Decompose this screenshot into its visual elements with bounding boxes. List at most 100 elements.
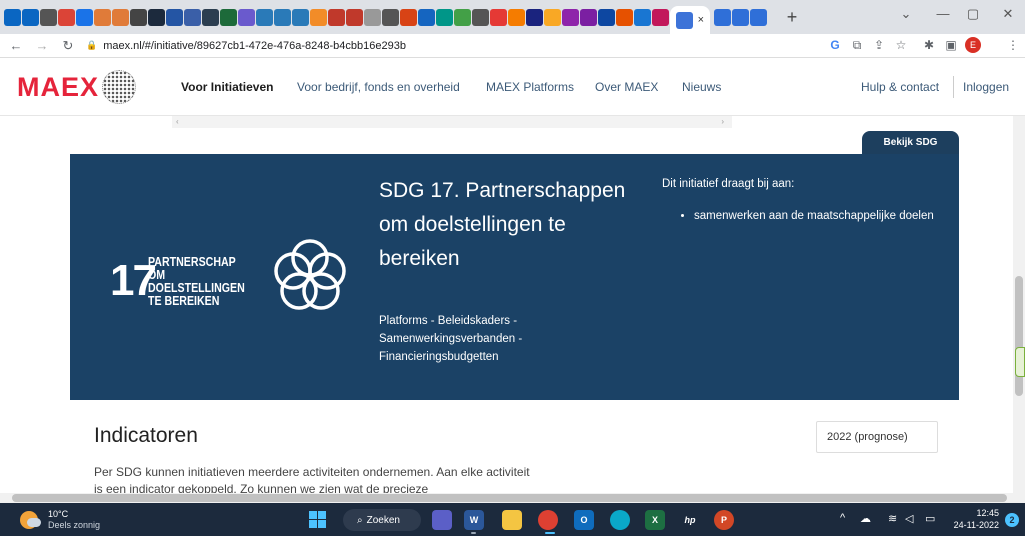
- tab-favicon[interactable]: [238, 8, 255, 26]
- excel-icon[interactable]: X: [645, 510, 665, 530]
- taskbar-search[interactable]: ⌕ Zoeken: [343, 509, 421, 531]
- tray-chevron-icon[interactable]: ^: [840, 512, 845, 524]
- chrome-icon[interactable]: [538, 510, 558, 530]
- tab-favicon[interactable]: [310, 8, 327, 26]
- notification-badge[interactable]: 2: [1005, 513, 1019, 527]
- side-widget[interactable]: [1015, 347, 1025, 377]
- tab-close-button[interactable]: ×: [698, 14, 704, 26]
- scroll-thumb[interactable]: [1015, 276, 1023, 396]
- weather-temp: 10°C: [48, 509, 69, 519]
- scroll-right-icon[interactable]: ›: [721, 117, 724, 126]
- address-bar[interactable]: 🔒 maex.nl/#/initiative/89627cb1-472e-476…: [86, 36, 876, 56]
- minimize-button[interactable]: —: [933, 6, 953, 21]
- tab-favicon[interactable]: [382, 8, 399, 26]
- tab-favicon[interactable]: [714, 8, 731, 26]
- tab-favicon[interactable]: [750, 8, 767, 26]
- tab-favicon[interactable]: [634, 8, 651, 26]
- bekijk-sdg-tab[interactable]: Bekijk SDG: [862, 131, 959, 154]
- hp-icon[interactable]: hp: [680, 510, 700, 530]
- tab-favicon[interactable]: [490, 8, 507, 26]
- tab-favicon[interactable]: [454, 8, 471, 26]
- maex-logo[interactable]: MAEX: [17, 70, 137, 104]
- tab-favicon[interactable]: [274, 8, 291, 26]
- tab-favicon[interactable]: [400, 8, 417, 26]
- contribution-heading: Dit initiatief draagt bij aan:: [662, 178, 795, 190]
- active-tab[interactable]: ×: [670, 6, 710, 34]
- tab-favicon[interactable]: [580, 8, 597, 26]
- nav-maex-platforms[interactable]: MAEX Platforms: [486, 80, 574, 94]
- tab-favicon[interactable]: [328, 8, 345, 26]
- close-window-button[interactable]: ✕: [998, 6, 1018, 22]
- file-explorer-icon[interactable]: [502, 510, 522, 530]
- bookmark-star-icon[interactable]: ☆: [892, 36, 910, 54]
- forward-icon[interactable]: →: [32, 36, 52, 56]
- tab-favicon[interactable]: [732, 8, 749, 26]
- tab-favicon[interactable]: [184, 8, 201, 26]
- tab-favicon[interactable]: [436, 8, 453, 26]
- tab-favicon[interactable]: [346, 8, 363, 26]
- reload-icon[interactable]: ↻: [58, 36, 78, 56]
- weather-widget[interactable]: 10°C Deels zonnig: [20, 508, 140, 532]
- nav-voor-initiatieven[interactable]: Voor Initiatieven: [181, 80, 273, 94]
- nav-voor-bedrijf[interactable]: Voor bedrijf, fonds en overheid: [297, 80, 460, 94]
- year-select[interactable]: 2022 (prognose): [816, 421, 938, 453]
- maximize-button[interactable]: ▢: [963, 6, 983, 22]
- tray-app-icon[interactable]: ☁: [860, 512, 871, 525]
- scroll-left-icon[interactable]: ‹: [176, 117, 179, 126]
- tab-favicon[interactable]: [472, 8, 489, 26]
- help-contact-link[interactable]: Hulp & contact: [861, 80, 939, 94]
- horizontal-scrollbar[interactable]: [0, 493, 1025, 503]
- clock-time: 12:45: [976, 508, 999, 518]
- start-button[interactable]: [309, 511, 326, 528]
- battery-icon[interactable]: ▭: [925, 512, 935, 525]
- tab-favicon[interactable]: [40, 8, 57, 26]
- tab-favicon[interactable]: [652, 8, 669, 26]
- volume-icon[interactable]: ◁: [905, 512, 913, 525]
- tab-favicon[interactable]: [526, 8, 543, 26]
- tab-favicon[interactable]: [58, 8, 75, 26]
- share-icon[interactable]: ⇪: [870, 36, 888, 54]
- nav-over-maex[interactable]: Over MAEX: [595, 80, 658, 94]
- tab-favicon[interactable]: [616, 8, 633, 26]
- sidepanel-icon[interactable]: ▣: [942, 36, 960, 54]
- tab-favicon[interactable]: [220, 8, 237, 26]
- extensions-icon[interactable]: ✱: [920, 36, 938, 54]
- tab-favicon[interactable]: [364, 8, 381, 26]
- new-tab-button[interactable]: +: [782, 7, 802, 27]
- tab-favicon[interactable]: [202, 8, 219, 26]
- tab-favicon[interactable]: [148, 8, 165, 26]
- inner-scrollbar[interactable]: ‹ ›: [172, 116, 732, 128]
- tab-favicon[interactable]: [4, 8, 21, 26]
- tab-favicon[interactable]: [76, 8, 93, 26]
- word-icon[interactable]: W: [464, 510, 484, 530]
- tab-favicon[interactable]: [562, 8, 579, 26]
- back-icon[interactable]: ←: [6, 36, 26, 56]
- teams-icon[interactable]: [432, 510, 452, 530]
- tab-favicon[interactable]: [292, 8, 309, 26]
- tab-favicon[interactable]: [418, 8, 435, 26]
- tab-favicon[interactable]: [130, 8, 147, 26]
- powerpoint-icon[interactable]: P: [714, 510, 734, 530]
- hscroll-thumb[interactable]: [12, 494, 1007, 502]
- wifi-icon[interactable]: ≋: [888, 512, 897, 525]
- outlook-icon[interactable]: O: [574, 510, 594, 530]
- clock[interactable]: 12:45 24-11-2022: [953, 507, 999, 531]
- tab-favicon[interactable]: [544, 8, 561, 26]
- clock-date: 24-11-2022: [953, 520, 999, 530]
- tab-favicon[interactable]: [112, 8, 129, 26]
- tab-favicon[interactable]: [256, 8, 273, 26]
- tab-favicon[interactable]: [94, 8, 111, 26]
- tab-favicon[interactable]: [598, 8, 615, 26]
- google-icon[interactable]: G: [826, 36, 844, 54]
- tab-favicon[interactable]: [508, 8, 525, 26]
- tab-favicon[interactable]: [166, 8, 183, 26]
- edge-icon[interactable]: [610, 510, 630, 530]
- cast-icon[interactable]: ⧉: [848, 36, 866, 54]
- menu-icon[interactable]: ⋮: [1004, 36, 1022, 54]
- login-link[interactable]: Inloggen: [963, 80, 1009, 94]
- tab-favicon[interactable]: [22, 8, 39, 26]
- tab-search-icon[interactable]: ⌄: [896, 6, 916, 22]
- profile-avatar[interactable]: E: [964, 36, 982, 54]
- nav-nieuws[interactable]: Nieuws: [682, 80, 721, 94]
- vertical-scrollbar[interactable]: [1013, 116, 1025, 493]
